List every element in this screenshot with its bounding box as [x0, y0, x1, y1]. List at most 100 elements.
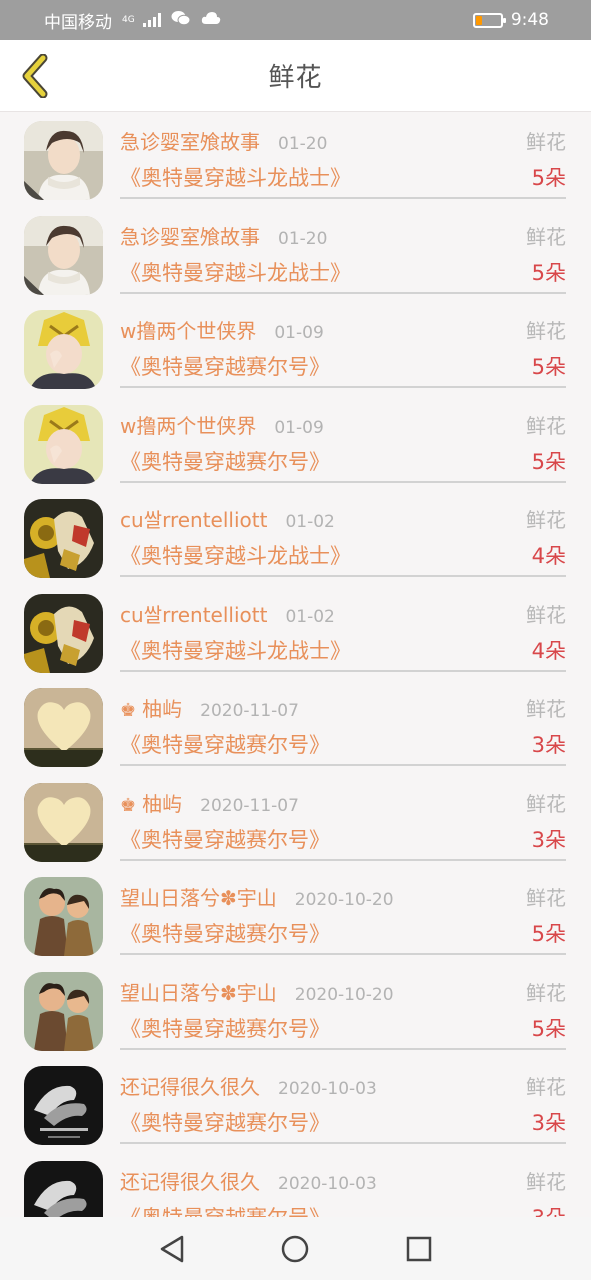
gift-header-line: ♚ 柚屿 2020-11-07	[120, 788, 299, 817]
user-name[interactable]: 柚屿	[142, 693, 182, 722]
book-title[interactable]: 《奥特曼穿越赛尔号》	[120, 918, 330, 948]
gift-list-item[interactable]: 望山日落兮✽宇山 2020-10-20 鲜花 《奥特曼穿越赛尔号》 5朵	[0, 868, 591, 963]
gift-amount: 3朵	[531, 827, 566, 852]
avatar[interactable]	[24, 404, 103, 484]
gift-list-item[interactable]: 急诊婴室飧故事 01-20 鲜花 《奥特曼穿越斗龙战士》 5朵	[0, 112, 591, 207]
nav-recent-button[interactable]	[399, 1229, 439, 1269]
status-bar: 中国移动 4G 9:48	[0, 0, 591, 40]
gift-info: w撸两个世侠界 01-09 鲜花 《奥特曼穿越赛尔号》 5朵	[120, 406, 566, 483]
gift-info: 望山日落兮✽宇山 2020-10-20 鲜花 《奥特曼穿越赛尔号》 5朵	[120, 878, 566, 955]
book-title[interactable]: 《奥特曼穿越赛尔号》	[120, 446, 330, 476]
user-name[interactable]: 急诊婴室飧故事	[120, 126, 260, 155]
user-name[interactable]: 柚屿	[142, 788, 182, 817]
gift-list-item[interactable]: cu쌀rrentelliott 01-02 鲜花 《奥特曼穿越斗龙战士》 4朵	[0, 585, 591, 680]
book-title[interactable]: 《奥特曼穿越赛尔号》	[120, 1202, 330, 1218]
gift-list-item[interactable]: ♚ 柚屿 2020-11-07 鲜花 《奥特曼穿越赛尔号》 3朵	[0, 679, 591, 774]
gift-header-line: w撸两个世侠界 01-09	[120, 410, 324, 439]
gift-info: 急诊婴室飧故事 01-20 鲜花 《奥特曼穿越斗龙战士》 5朵	[120, 217, 566, 294]
user-name[interactable]: w撸两个世侠界	[120, 410, 256, 439]
avatar[interactable]	[24, 499, 103, 578]
nav-back-triangle-icon	[160, 1235, 184, 1262]
gift-list-item[interactable]: 还记得很久很久 2020-10-03 鲜花 《奥特曼穿越赛尔号》 3朵	[0, 1057, 591, 1152]
gift-date: 2020-10-03	[278, 1173, 377, 1194]
back-button[interactable]	[10, 50, 58, 102]
gift-info: w撸两个世侠界 01-09 鲜花 《奥特曼穿越赛尔号》 5朵	[120, 311, 566, 388]
gift-header-line: 还记得很久很久 2020-10-03	[120, 1166, 377, 1195]
gift-amount: 5朵	[531, 166, 566, 190]
gift-list-item[interactable]: 还记得很久很久 2020-10-03 鲜花 《奥特曼穿越赛尔号》 3朵	[0, 1152, 591, 1218]
gift-type: 鲜花	[526, 980, 566, 1005]
page-title: 鲜花	[268, 63, 323, 93]
gift-type: 鲜花	[526, 224, 566, 249]
book-title[interactable]: 《奥特曼穿越斗龙战士》	[120, 635, 351, 665]
clock: 9:48	[510, 10, 549, 30]
gift-date: 2020-10-20	[294, 890, 394, 910]
cloud-icon	[201, 11, 221, 29]
gift-type: 鲜花	[526, 130, 566, 154]
user-name[interactable]: 望山日落兮✽宇山	[120, 882, 277, 911]
avatar[interactable]	[24, 593, 103, 673]
book-title[interactable]: 《奥特曼穿越斗龙战士》	[120, 257, 351, 287]
gift-date: 01-09	[274, 323, 324, 343]
book-title[interactable]: 《奥特曼穿越赛尔号》	[120, 351, 330, 381]
gift-type: 鲜花	[526, 602, 566, 627]
gift-header-line: cu쌀rrentelliott 01-02	[120, 504, 335, 533]
app-header: 鲜花	[0, 40, 591, 112]
user-name[interactable]: cu쌀rrentelliott	[120, 504, 267, 533]
avatar[interactable]	[24, 782, 103, 862]
gift-amount: 3朵	[531, 733, 566, 757]
avatar[interactable]	[24, 971, 103, 1051]
gift-type: 鲜花	[526, 413, 566, 438]
user-name[interactable]: 急诊婴室飧故事	[120, 221, 260, 250]
user-name[interactable]: w撸两个世侠界	[120, 315, 256, 344]
battery-level-fill	[475, 15, 482, 25]
gift-info: cu쌀rrentelliott 01-02 鲜花 《奥特曼穿越斗龙战士》 4朵	[120, 595, 566, 672]
nav-back-button[interactable]	[152, 1229, 192, 1269]
nav-recent-square-icon	[406, 1236, 432, 1261]
avatar[interactable]	[24, 688, 103, 767]
nav-home-circle-icon	[282, 1235, 309, 1262]
user-name[interactable]: 还记得很久很久	[120, 1071, 260, 1100]
gift-date: 01-02	[285, 512, 335, 532]
gift-date: 01-02	[285, 606, 335, 627]
gift-type: 鲜花	[526, 791, 566, 816]
gift-list-item[interactable]: 急诊婴室飧故事 01-20 鲜花 《奥特曼穿越斗龙战士》 5朵	[0, 207, 591, 302]
avatar[interactable]	[24, 1160, 103, 1217]
gift-list-item[interactable]: w撸两个世侠界 01-09 鲜花 《奥特曼穿越赛尔号》 5朵	[0, 301, 591, 396]
flower-gift-list[interactable]: 急诊婴室飧故事 01-20 鲜花 《奥特曼穿越斗龙战士》 5朵 急诊婴室飧故事 …	[0, 112, 591, 1217]
gift-list-item[interactable]: w撸两个世侠界 01-09 鲜花 《奥特曼穿越赛尔号》 5朵	[0, 396, 591, 491]
book-title[interactable]: 《奥特曼穿越斗龙战士》	[120, 162, 351, 192]
status-left: 中国移动 4G	[44, 8, 221, 33]
avatar[interactable]	[24, 1066, 103, 1145]
gift-info: 望山日落兮✽宇山 2020-10-20 鲜花 《奥特曼穿越赛尔号》 5朵	[120, 973, 566, 1050]
user-name[interactable]: 望山日落兮✽宇山	[120, 977, 277, 1006]
gift-amount: 5朵	[531, 1016, 566, 1041]
gift-amount: 5朵	[531, 260, 566, 285]
gift-list-item[interactable]: 望山日落兮✽宇山 2020-10-20 鲜花 《奥特曼穿越赛尔号》 5朵	[0, 963, 591, 1058]
avatar[interactable]	[24, 215, 103, 295]
crown-icon: ♚	[120, 794, 137, 816]
signal-strength-icon	[142, 13, 161, 27]
gift-amount: 4朵	[531, 544, 566, 568]
avatar[interactable]	[24, 310, 103, 389]
book-title[interactable]: 《奥特曼穿越赛尔号》	[120, 1107, 330, 1137]
book-title[interactable]: 《奥特曼穿越赛尔号》	[120, 824, 330, 854]
book-title[interactable]: 《奥特曼穿越赛尔号》	[120, 729, 330, 759]
user-name[interactable]: cu쌀rrentelliott	[120, 599, 267, 628]
wechat-icon	[171, 10, 191, 30]
avatar[interactable]	[24, 121, 103, 200]
book-title[interactable]: 《奥特曼穿越斗龙战士》	[120, 540, 351, 570]
gift-list-item[interactable]: ♚ 柚屿 2020-11-07 鲜花 《奥特曼穿越赛尔号》 3朵	[0, 774, 591, 869]
gift-header-line: 急诊婴室飧故事 01-20	[120, 221, 327, 250]
gift-info: ♚ 柚屿 2020-11-07 鲜花 《奥特曼穿越赛尔号》 3朵	[120, 784, 566, 861]
avatar[interactable]	[24, 877, 103, 956]
system-nav-bar	[0, 1217, 591, 1280]
user-name[interactable]: 还记得很久很久	[120, 1166, 260, 1195]
gift-amount: 5朵	[531, 449, 566, 474]
gift-date: 01-20	[278, 134, 328, 154]
nav-home-button[interactable]	[275, 1229, 315, 1269]
gift-amount: 5朵	[531, 922, 566, 946]
gift-list-item[interactable]: cu쌀rrentelliott 01-02 鲜花 《奥特曼穿越斗龙战士》 4朵	[0, 490, 591, 585]
gift-header-line: 急诊婴室飧故事 01-20	[120, 126, 327, 155]
book-title[interactable]: 《奥特曼穿越赛尔号》	[120, 1013, 330, 1043]
